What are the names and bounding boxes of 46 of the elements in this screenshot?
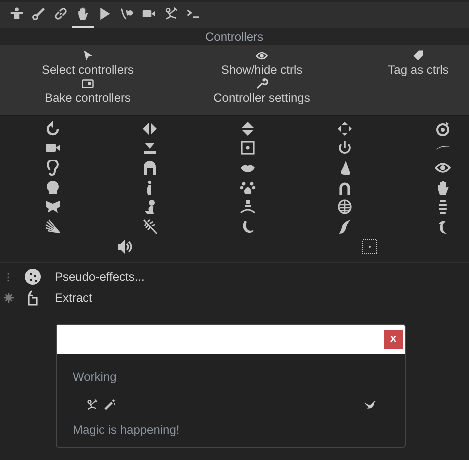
power-icon[interactable]	[337, 140, 353, 156]
rig-icon	[86, 398, 98, 411]
terminal-icon[interactable]	[186, 7, 200, 21]
move-arrows-icon[interactable]	[337, 120, 353, 137]
close-button[interactable]: x	[384, 330, 403, 349]
bone-icon[interactable]	[32, 7, 46, 21]
eye-icon	[256, 50, 268, 62]
horizontal-arrows-icon[interactable]	[142, 120, 158, 137]
hand-icon[interactable]	[76, 7, 90, 21]
wand-icon	[104, 398, 116, 411]
rig-icon[interactable]	[164, 7, 178, 21]
message-text: Magic is happening!	[73, 422, 181, 437]
fan-icon[interactable]	[44, 218, 60, 235]
play-icon[interactable]	[98, 7, 112, 21]
orbit-icon[interactable]	[434, 120, 450, 137]
status-text: Working	[73, 370, 118, 384]
list-item[interactable]: Pseudo-effects...	[55, 270, 145, 284]
action-button[interactable]: Tag as ctrls	[388, 50, 449, 77]
speaker-icon[interactable]	[117, 239, 133, 256]
butterfly-icon[interactable]	[44, 199, 60, 216]
action-button[interactable]: Show/hide ctrls	[221, 50, 303, 77]
vertical-arrows-icon[interactable]	[240, 120, 256, 137]
settings-icon[interactable]	[4, 293, 14, 304]
align-icon[interactable]	[142, 140, 158, 156]
paw-icon[interactable]	[240, 180, 256, 196]
feather-icon[interactable]	[142, 218, 158, 235]
link-icon[interactable]	[54, 7, 68, 21]
card-icon	[82, 78, 94, 90]
tag-icon	[412, 50, 424, 62]
panel-title: Controllers	[205, 30, 264, 44]
effects-icon[interactable]	[25, 269, 41, 286]
rotate-icon[interactable]	[44, 120, 60, 137]
skull-icon[interactable]	[44, 180, 60, 196]
action-button[interactable]: Controller settings	[214, 78, 310, 105]
action-button[interactable]: Bake controllers	[44, 78, 132, 105]
ear-icon[interactable]	[44, 160, 60, 176]
cursor-icon	[82, 50, 94, 62]
pivot-icon[interactable]	[362, 239, 378, 256]
pedestal-icon[interactable]	[240, 199, 256, 216]
hair-icon[interactable]	[142, 160, 158, 176]
wrench-icon	[256, 78, 268, 90]
tail-icon[interactable]	[337, 218, 353, 235]
puppet-icon[interactable]	[10, 7, 24, 21]
list-item[interactable]: Extract	[55, 291, 92, 306]
bird-icon[interactable]	[364, 398, 376, 411]
action-button[interactable]: Select controllers	[42, 50, 134, 77]
